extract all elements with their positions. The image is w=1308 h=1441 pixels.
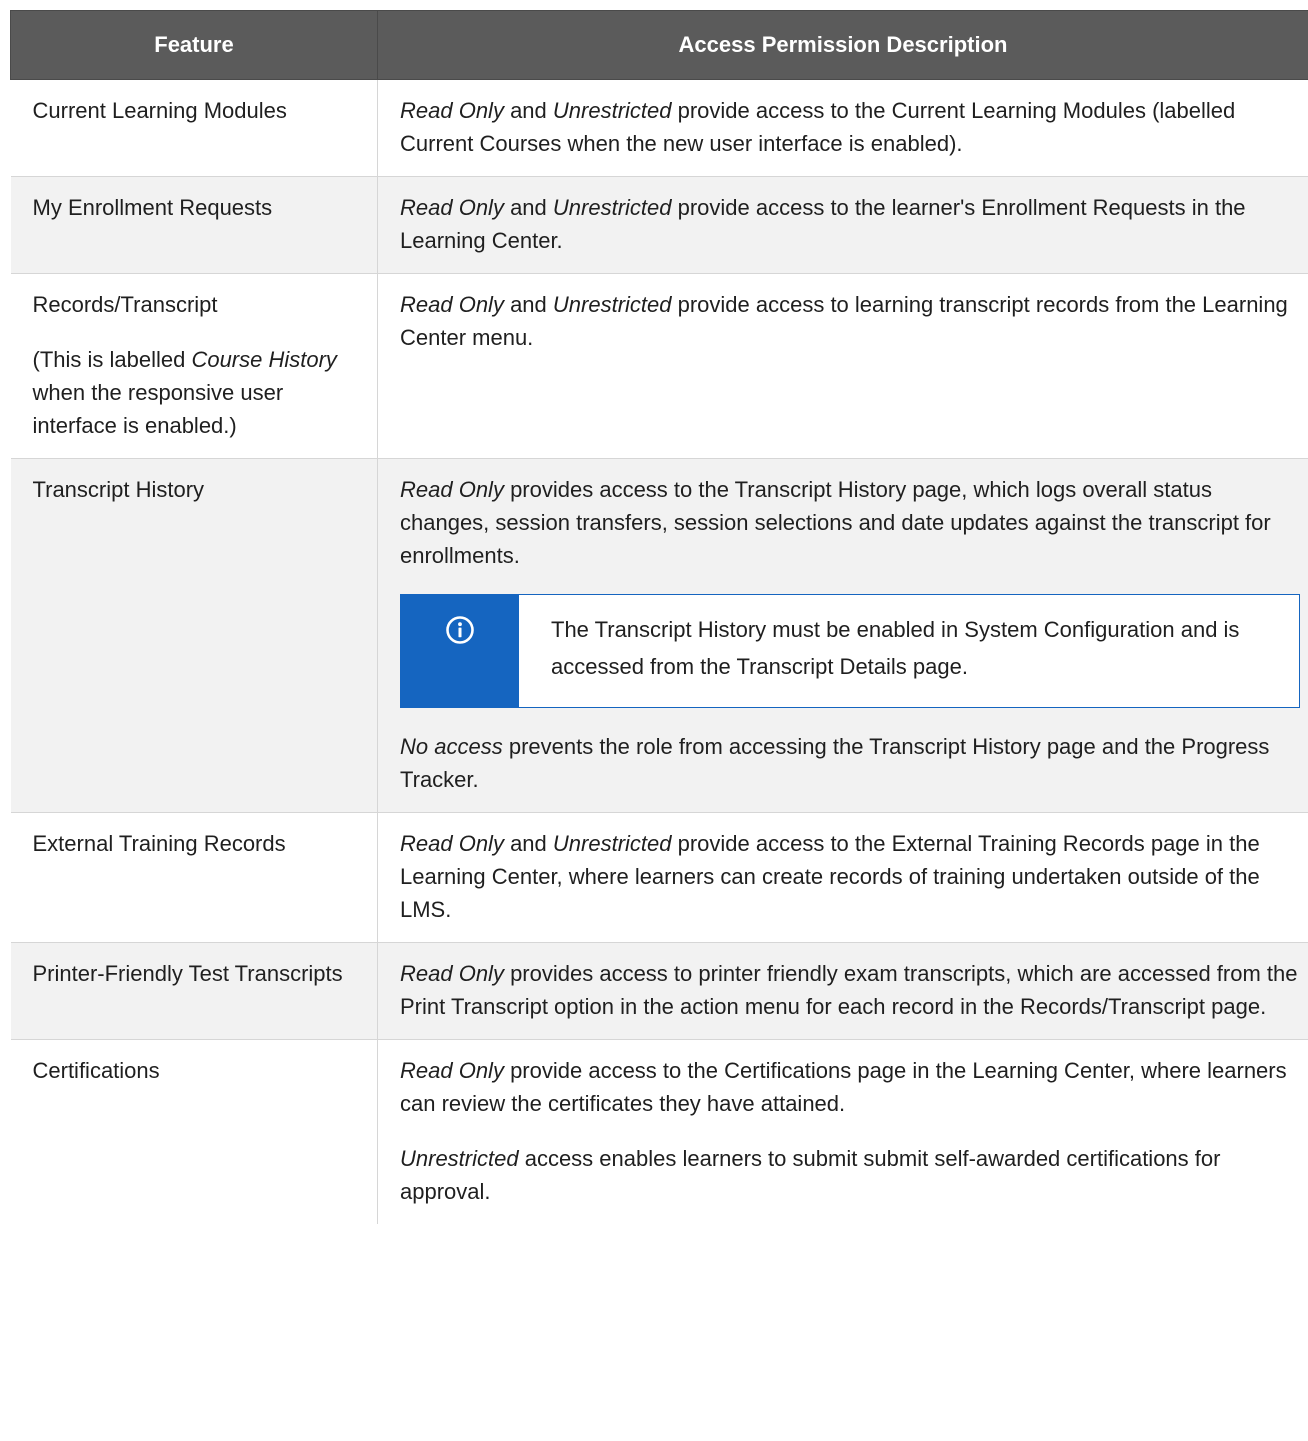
text-run: prevents the role from accessing the Tra…: [400, 734, 1270, 792]
feature-cell: External Training Records: [10, 812, 378, 943]
info-icon: [445, 615, 475, 654]
info-callout-side: [401, 595, 519, 707]
description-paragraph: Read Only and Unrestricted provide acces…: [400, 191, 1307, 257]
italic-term: Read Only: [400, 961, 504, 986]
description-cell: Read Only and Unrestricted provide acces…: [377, 812, 1308, 943]
feature-cell: Printer-Friendly Test Transcripts: [10, 942, 378, 1040]
feature-name: Printer-Friendly Test Transcripts: [32, 961, 343, 986]
feature-cell: Current Learning Modules: [10, 79, 378, 177]
text-run: provides access to printer friendly exam…: [400, 961, 1298, 1019]
italic-term: Read Only: [400, 831, 504, 856]
feature-name: Records/Transcript: [32, 292, 218, 317]
feature-cell: My Enrollment Requests: [10, 176, 378, 274]
feature-note: (This is labelled Course History when th…: [33, 343, 368, 442]
description-paragraph: Read Only provide access to the Certific…: [400, 1054, 1307, 1120]
table-header: Feature Access Permission Description: [10, 10, 1308, 80]
text-run: and: [503, 195, 553, 220]
table-row: Current Learning Modules Read Only and Un…: [10, 79, 1308, 177]
text-run: and: [503, 98, 553, 123]
table-row: Certifications Read Only provide access t…: [10, 1039, 1308, 1224]
italic-term: Read Only: [400, 195, 504, 220]
italic-term: Unrestricted: [400, 1146, 519, 1171]
text-run: (This is labelled: [32, 347, 192, 372]
feature-name: My Enrollment Requests: [32, 195, 273, 220]
italic-term: Unrestricted: [552, 195, 672, 220]
italic-term: Unrestricted: [552, 98, 672, 123]
text-run: access enables learners to submit submit…: [400, 1146, 1221, 1204]
description-cell: Read Only provides access to printer fri…: [377, 942, 1308, 1040]
text-run: provides access to the Transcript Histor…: [400, 477, 1271, 568]
feature-cell: Certifications: [10, 1039, 378, 1224]
info-callout: The Transcript History must be enabled i…: [400, 594, 1300, 708]
description-cell: Read Only provide access to the Certific…: [377, 1039, 1308, 1224]
feature-name: Certifications: [32, 1058, 160, 1083]
feature-name: Current Learning Modules: [32, 98, 287, 123]
description-paragraph: Read Only provides access to the Transcr…: [400, 473, 1307, 572]
description-cell: Read Only and Unrestricted provide acces…: [377, 176, 1308, 274]
table-row: Transcript History Read Only provides acc…: [10, 458, 1308, 813]
text-run: when the responsive user interface is en…: [32, 380, 284, 438]
feature-cell: Records/Transcript (This is labelled Cour…: [10, 273, 378, 459]
text-run: and: [503, 831, 553, 856]
description-paragraph: Unrestricted access enables learners to …: [400, 1142, 1307, 1208]
italic-term: Course History: [191, 347, 337, 372]
text-run: provide access to the Certifications pag…: [400, 1058, 1287, 1116]
italic-term: Unrestricted: [552, 292, 672, 317]
table-row: My Enrollment Requests Read Only and Unre…: [10, 176, 1308, 274]
table-row: External Training Records Read Only and U…: [10, 812, 1308, 943]
table-row: Records/Transcript (This is labelled Cour…: [10, 273, 1308, 459]
description-cell: Read Only and Unrestricted provide acces…: [377, 273, 1308, 459]
access-permissions-table: Feature Access Permission Description Cu…: [10, 10, 1308, 1224]
italic-term: Read Only: [400, 98, 504, 123]
description-cell: Read Only and Unrestricted provide acces…: [377, 79, 1308, 177]
description-paragraph: Read Only provides access to printer fri…: [400, 957, 1307, 1023]
description-cell: Read Only provides access to the Transcr…: [377, 458, 1308, 813]
header-access-permission-description: Access Permission Description: [377, 10, 1308, 80]
info-callout-text: The Transcript History must be enabled i…: [551, 617, 1240, 679]
table-body: Current Learning Modules Read Only and Un…: [10, 79, 1308, 1224]
italic-term: No access: [400, 734, 503, 759]
description-paragraph: No access prevents the role from accessi…: [400, 730, 1307, 796]
feature-cell: Transcript History: [10, 458, 378, 813]
header-row: Feature Access Permission Description: [10, 10, 1308, 80]
feature-name: Transcript History: [32, 477, 205, 502]
italic-term: Read Only: [400, 292, 504, 317]
text-run: and: [503, 292, 553, 317]
table-row: Printer-Friendly Test Transcripts Read On…: [10, 942, 1308, 1040]
description-paragraph: Read Only and Unrestricted provide acces…: [400, 288, 1307, 354]
italic-term: Read Only: [400, 477, 504, 502]
description-paragraph: Read Only and Unrestricted provide acces…: [400, 827, 1307, 926]
feature-name: External Training Records: [32, 831, 286, 856]
header-feature: Feature: [10, 10, 378, 80]
description-paragraph: Read Only and Unrestricted provide acces…: [400, 94, 1307, 160]
italic-term: Unrestricted: [552, 831, 672, 856]
italic-term: Read Only: [400, 1058, 504, 1083]
